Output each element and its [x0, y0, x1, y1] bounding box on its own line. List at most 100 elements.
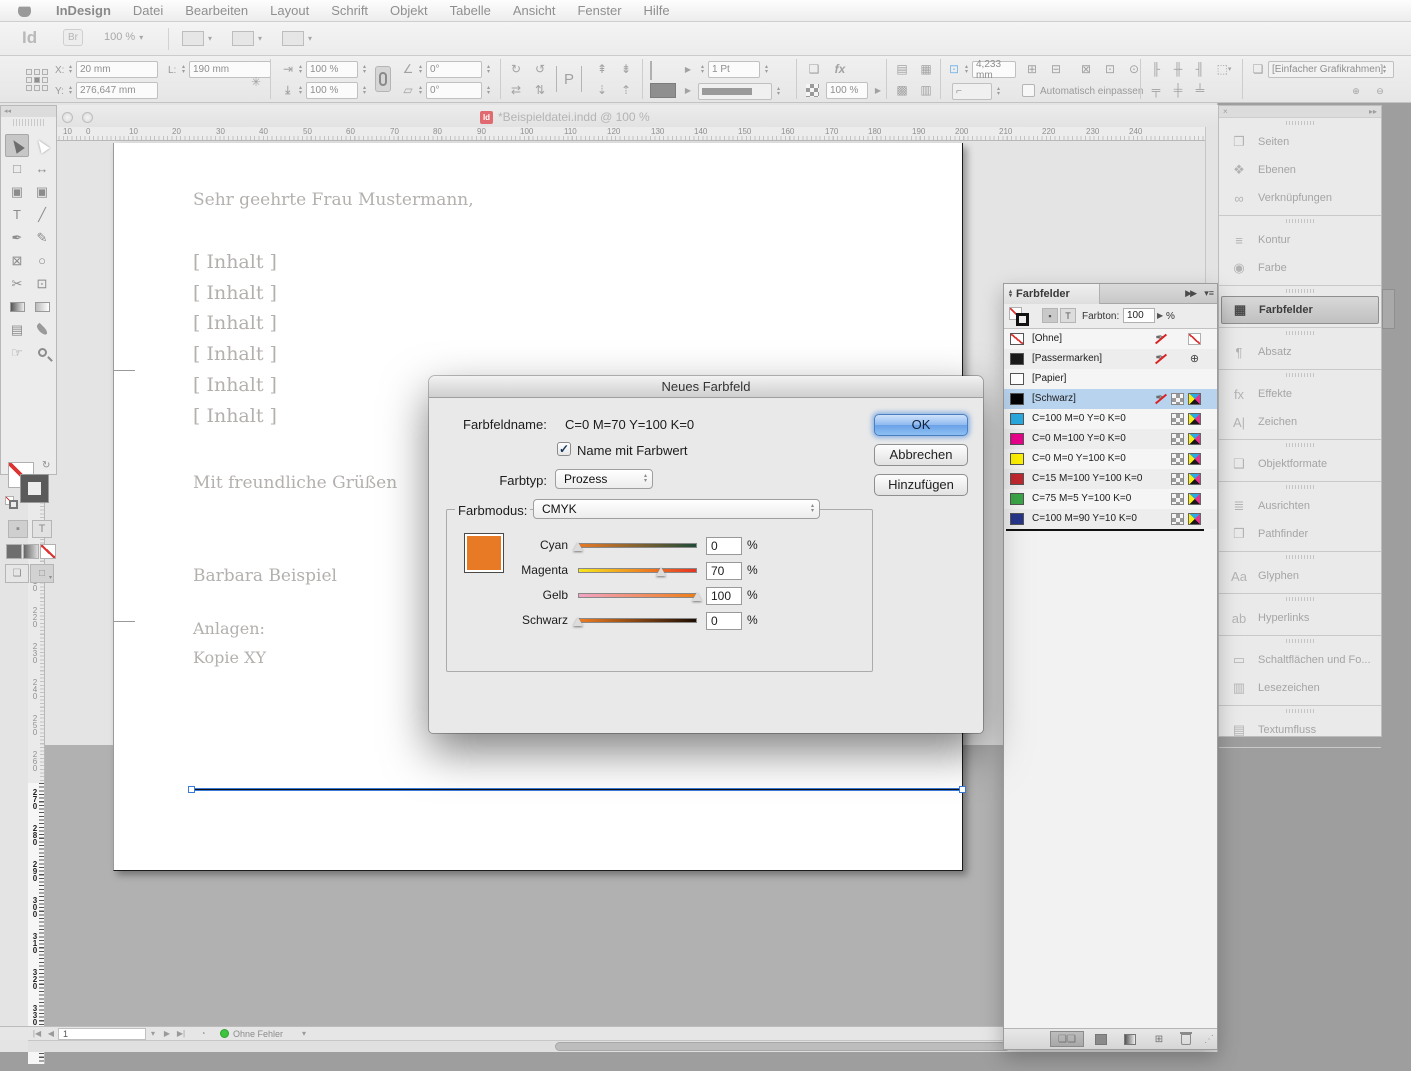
pencil-tool[interactable]: ✎	[30, 226, 54, 249]
select-container-button[interactable]: ⇡	[616, 82, 636, 98]
stroke-style-dropdown[interactable]	[698, 83, 772, 100]
schwarz-slider-thumb[interactable]	[573, 617, 583, 626]
stroke-color-menu-arrow[interactable]: ▶	[678, 61, 698, 77]
next-page-button[interactable]: ▶	[160, 1029, 174, 1038]
swatch-row[interactable]: [Passermarken]✒⊕	[1004, 349, 1217, 369]
dock-item-links[interactable]: ∞Verknüpfungen	[1219, 184, 1381, 212]
dock-item-align[interactable]: ≣Ausrichten	[1219, 492, 1381, 520]
gelb-slider-thumb[interactable]	[692, 592, 702, 601]
flip-vertical-button[interactable]: ⇅	[530, 82, 550, 98]
constrain-proportions-icon[interactable]: ✳	[246, 74, 266, 90]
preflight-dropdown-arrow[interactable]: ▾	[297, 1029, 311, 1038]
align-center-button[interactable]: ╫	[1168, 61, 1188, 77]
zoom-level-dropdown[interactable]: 100 % ▾	[104, 31, 143, 43]
direct-selection-tool[interactable]	[30, 134, 54, 157]
fill-color-menu-arrow[interactable]: ▶	[678, 82, 698, 98]
swatches-panel-titlebar[interactable]: ▴▾ Farbfelder ▶▶ ▾≡	[1004, 284, 1217, 304]
selected-line-object[interactable]	[192, 787, 962, 792]
align-middle-button[interactable]: ╪	[1168, 82, 1188, 98]
rotation-angle-field[interactable]: 0°	[426, 61, 482, 78]
rotation-stepper[interactable]: ▴▾	[416, 61, 425, 78]
rotate-ccw-button[interactable]: ↺	[530, 61, 550, 77]
shear-angle-field[interactable]: 0°	[426, 82, 482, 99]
shear-stepper[interactable]: ▴▾	[416, 82, 425, 99]
dock-item-bookmarks[interactable]: ▥Lesezeichen	[1219, 674, 1381, 702]
horizontal-rule[interactable]	[192, 788, 962, 791]
dock-item-effects[interactable]: fxEffekte	[1219, 380, 1381, 408]
swatch-row[interactable]: C=75 M=5 Y=100 K=0	[1004, 489, 1217, 509]
swatch-row[interactable]: C=15 M=100 Y=100 K=0	[1004, 469, 1217, 489]
gradient-feather-tool[interactable]	[30, 295, 54, 318]
dock-group-grip[interactable]	[1219, 216, 1381, 226]
scale-x-presets[interactable]: ▴▾	[360, 61, 369, 78]
tools-panel-collapse[interactable]: ◂◂	[1, 106, 56, 117]
menu-bearbeiten[interactable]: Bearbeiten	[174, 0, 259, 22]
dock-group-grip[interactable]	[1219, 370, 1381, 380]
select-container-proxy[interactable]: P	[556, 66, 582, 92]
cyan-slider-track[interactable]	[578, 543, 697, 548]
dock-group-grip[interactable]	[1219, 594, 1381, 604]
menu-schrift[interactable]: Schrift	[320, 0, 379, 22]
constrain-scale-link-button[interactable]	[375, 66, 391, 92]
fit-content-to-frame-button[interactable]: ⊞	[1022, 61, 1042, 77]
apply-gradient-button[interactable]	[23, 544, 39, 559]
menu-datei[interactable]: Datei	[122, 0, 174, 22]
dock-group-grip[interactable]	[1219, 552, 1381, 562]
window-close-button[interactable]	[62, 112, 73, 123]
formatting-affects-text-button[interactable]: T	[1060, 308, 1076, 323]
x-stepper[interactable]: ▴▾	[66, 61, 75, 78]
magenta-value-field[interactable]: 70	[706, 562, 742, 580]
tint-menu-arrow[interactable]: ▶	[1157, 311, 1163, 320]
align-left-button[interactable]: ╟	[1146, 61, 1166, 77]
autofit-checkbox[interactable]	[1022, 84, 1035, 97]
dock-group-grip[interactable]	[1219, 706, 1381, 716]
screen-mode-dropdown[interactable]: ▾	[232, 31, 262, 46]
align-right-button[interactable]: ╢	[1190, 61, 1210, 77]
stroke-proxy-black[interactable]	[21, 475, 48, 502]
color-type-popup[interactable]: Prozess ▴▾	[555, 469, 653, 489]
menu-objekt[interactable]: Objekt	[379, 0, 439, 22]
window-minimize-button[interactable]	[82, 112, 93, 123]
preview-mode-button[interactable]: □▾	[30, 564, 54, 583]
type-tool[interactable]: T	[5, 203, 29, 226]
y-position-field[interactable]: 276,647 mm	[76, 82, 158, 99]
wrap-jump-button[interactable]: ▥	[916, 82, 936, 98]
swatches-panel-tab[interactable]: ▴▾ Farbfelder	[1004, 284, 1100, 304]
dock-expand-icon[interactable]: ▸▸	[1369, 107, 1377, 116]
gelb-value-field[interactable]: 100	[706, 587, 742, 605]
page-number-field[interactable]: 1	[58, 1028, 146, 1040]
menu-hilfe[interactable]: Hilfe	[633, 0, 681, 22]
scale-y-stepper[interactable]: ▴▾	[296, 82, 305, 99]
menu-indesign[interactable]: InDesign	[45, 0, 122, 22]
effects-menu-button[interactable]: fx	[830, 61, 850, 77]
dock-item-glyphs[interactable]: AaGlyphen	[1219, 562, 1381, 590]
dock-item-object-styles[interactable]: ❑Objektformate	[1219, 450, 1381, 478]
horizontal-ruler[interactable]: 1001020304050607080901001101201301401501…	[28, 127, 1205, 141]
rotate-cw-button[interactable]: ↻	[506, 61, 526, 77]
scale-x-field[interactable]: 100 %	[306, 61, 358, 78]
corner-shape-dropdown[interactable]: ⌐	[952, 83, 992, 100]
default-fill-stroke-icon[interactable]	[5, 496, 19, 510]
align-top-button[interactable]: ╤	[1146, 82, 1166, 98]
dock-item-pages[interactable]: ❐Seiten	[1219, 128, 1381, 156]
redefine-style-button[interactable]: ⊖	[1370, 83, 1390, 99]
magenta-slider-thumb[interactable]	[656, 567, 666, 576]
normal-view-mode-button[interactable]: ❏	[5, 564, 29, 583]
page-menu-arrow[interactable]: ▾	[146, 1029, 160, 1038]
content-placer-tool[interactable]: ▣	[30, 180, 54, 203]
scale-x-stepper[interactable]: ▴▾	[296, 61, 305, 78]
eyedropper-tool[interactable]	[30, 318, 54, 341]
preflight-menu-icon[interactable]: ◔	[196, 1029, 210, 1038]
ok-button[interactable]: OK	[874, 414, 968, 436]
delete-swatch-button[interactable]	[1177, 1031, 1195, 1047]
gelb-slider-track[interactable]	[578, 593, 697, 598]
object-style-arrows[interactable]: ▴▾	[1380, 61, 1389, 78]
corner-shape-arrows[interactable]: ▴▾	[994, 83, 1003, 100]
formatting-affects-container-button[interactable]: ▪	[8, 520, 28, 538]
rectangle-frame-tool[interactable]: ⊠	[5, 249, 29, 272]
stroke-color-swatch-none[interactable]	[650, 61, 652, 80]
dock-item-buttons-forms[interactable]: ▭Schaltflächen und Fo...	[1219, 646, 1381, 674]
opacity-menu-arrow[interactable]: ▶	[868, 82, 888, 98]
apply-color-button[interactable]	[6, 544, 22, 559]
stroke-proxy-icon[interactable]	[1016, 313, 1029, 326]
